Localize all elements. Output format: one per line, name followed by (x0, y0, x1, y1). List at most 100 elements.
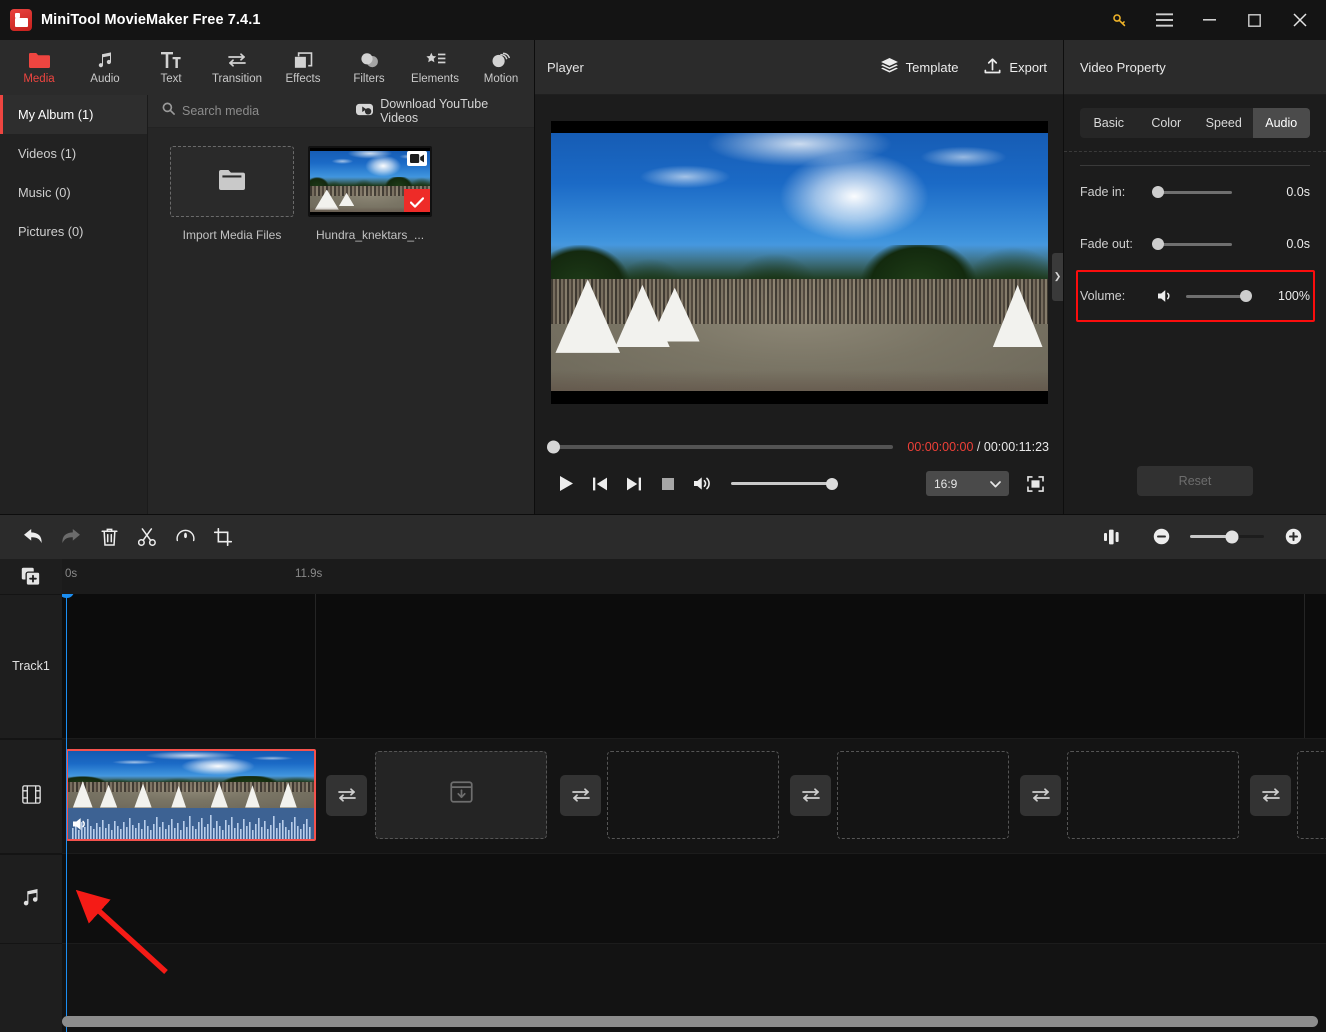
media-item-label: Hundra_knektars_... (315, 228, 425, 242)
timeline-zoom-handle[interactable] (1225, 530, 1239, 543)
clip-mute-speaker-icon[interactable] (71, 814, 91, 834)
tab-audio[interactable]: Audio (1252, 108, 1310, 138)
seek-slider[interactable] (547, 440, 894, 453)
media-browser: My Album (1) Videos (1) Music (0) Pictur… (0, 95, 534, 514)
media-placeholder-slot[interactable] (837, 750, 1009, 839)
transition-slot-3[interactable] (790, 774, 831, 816)
album-item-my-album[interactable]: My Album (1) (0, 95, 147, 134)
media-placeholder-slot[interactable] (607, 750, 779, 839)
ribbon-label-filters: Filters (353, 73, 385, 85)
clip-waveform (68, 807, 314, 839)
media-placeholder-slot[interactable] (1297, 750, 1326, 839)
text-icon (161, 50, 181, 70)
player-volume-handle[interactable] (826, 477, 838, 490)
chevron-right-icon[interactable]: ❯ (1052, 252, 1063, 301)
minus-circle-icon[interactable] (1142, 518, 1180, 556)
ribbon-item-filters[interactable]: Filters (336, 40, 402, 95)
key-icon[interactable] (1097, 0, 1142, 40)
media-item-cell[interactable]: Hundra_knektars_... (308, 146, 432, 242)
track-header-audio[interactable] (0, 853, 62, 944)
ribbon-item-motion[interactable]: Motion (468, 40, 534, 95)
fade-out-slider[interactable] (1152, 238, 1232, 250)
track-header-video[interactable] (0, 738, 62, 854)
redo-button[interactable] (52, 518, 90, 556)
stop-button[interactable] (651, 467, 685, 501)
plus-circle-icon[interactable] (1274, 518, 1312, 556)
timeline-zoom-slider[interactable] (1190, 530, 1264, 543)
speaker-icon[interactable] (1158, 289, 1174, 303)
import-media-cell[interactable]: Import Media Files (170, 146, 294, 242)
tab-label: Audio (1265, 116, 1298, 130)
video-clip[interactable] (66, 748, 316, 841)
timeline-ruler[interactable]: 0s 11.9s (62, 558, 1326, 594)
volume-slider[interactable] (1186, 290, 1252, 302)
minimize-icon[interactable] (1187, 0, 1232, 40)
player-volume-button[interactable] (685, 467, 719, 501)
ribbon-item-media[interactable]: Media (6, 40, 72, 95)
download-youtube-button[interactable]: Download YouTube Videos (356, 97, 520, 125)
reset-button[interactable]: Reset (1137, 465, 1253, 496)
previous-frame-button[interactable] (583, 467, 617, 501)
layers-square-icon (294, 50, 313, 70)
undo-button[interactable] (14, 518, 52, 556)
fade-in-slider[interactable] (1152, 186, 1232, 198)
lane-video[interactable] (62, 738, 1326, 854)
fullscreen-icon[interactable] (1021, 470, 1049, 498)
aspect-ratio-value: 16:9 (934, 476, 958, 491)
search-input[interactable] (182, 104, 347, 118)
album-item-music[interactable]: Music (0) (0, 173, 147, 212)
tab-basic[interactable]: Basic (1080, 108, 1138, 138)
track-lanes[interactable] (62, 593, 1326, 1032)
media-placeholder-slot[interactable] (1067, 750, 1239, 839)
menu-icon[interactable] (1142, 0, 1187, 40)
fade-in-handle[interactable] (1152, 186, 1164, 198)
media-placeholder-slot[interactable] (375, 750, 547, 839)
lane-text[interactable] (62, 593, 1326, 739)
maximize-icon[interactable] (1232, 0, 1277, 40)
tab-color[interactable]: Color (1138, 108, 1196, 138)
transition-slot-2[interactable] (560, 774, 601, 816)
transition-slot-1[interactable] (326, 774, 367, 816)
add-track-icon[interactable] (0, 558, 62, 594)
seek-handle[interactable] (547, 440, 560, 453)
fit-to-screen-icon[interactable] (1094, 518, 1132, 556)
album-item-pictures[interactable]: Pictures (0) (0, 212, 147, 251)
ribbon-item-effects[interactable]: Effects (270, 40, 336, 95)
close-icon[interactable] (1277, 0, 1322, 40)
play-button[interactable] (549, 467, 583, 501)
search-media-box[interactable] (162, 102, 347, 120)
track-header-text[interactable]: Track1 (0, 593, 62, 739)
tab-label: Color (1151, 116, 1182, 130)
transition-slot-4[interactable] (1020, 774, 1061, 816)
media-item-thumbnail[interactable] (308, 146, 432, 217)
album-item-videos[interactable]: Videos (1) (0, 134, 147, 173)
seek-row: 00:00:00:00 / 00:00:11:23 (547, 430, 1049, 464)
delete-button[interactable] (90, 518, 128, 556)
player-volume-slider[interactable] (731, 477, 838, 490)
playhead[interactable] (62, 593, 74, 1032)
template-button[interactable]: Template (880, 58, 958, 77)
ribbon-label-transition: Transition (211, 73, 263, 85)
next-frame-button[interactable] (617, 467, 651, 501)
crop-button[interactable] (204, 518, 242, 556)
import-media-dropzone[interactable] (170, 146, 294, 217)
transition-slot-5[interactable] (1250, 774, 1291, 816)
volume-label: Volume: (1080, 289, 1126, 303)
video-preview[interactable] (550, 120, 1048, 404)
ribbon-item-transition[interactable]: Transition (204, 40, 270, 95)
split-button[interactable] (128, 518, 166, 556)
lane-audio[interactable] (62, 853, 1326, 944)
aspect-ratio-select[interactable]: 16:9 (926, 471, 1009, 496)
timeline-horizontal-scrollbar[interactable] (62, 1016, 1318, 1027)
fade-out-handle[interactable] (1152, 238, 1164, 250)
export-button[interactable]: Export (984, 57, 1047, 77)
speed-button[interactable] (166, 518, 204, 556)
ribbon-item-text[interactable]: Text (138, 40, 204, 95)
ribbon-item-audio[interactable]: Audio (72, 40, 138, 95)
timeline-tracks: Track1 (0, 593, 1326, 1032)
property-title: Video Property (1064, 40, 1326, 95)
ribbon-item-elements[interactable]: Elements (402, 40, 468, 95)
player-panel: Player Template Export 00:00:00:00 / 00:… (535, 40, 1063, 514)
volume-handle[interactable] (1240, 290, 1252, 302)
tab-speed[interactable]: Speed (1195, 108, 1253, 138)
